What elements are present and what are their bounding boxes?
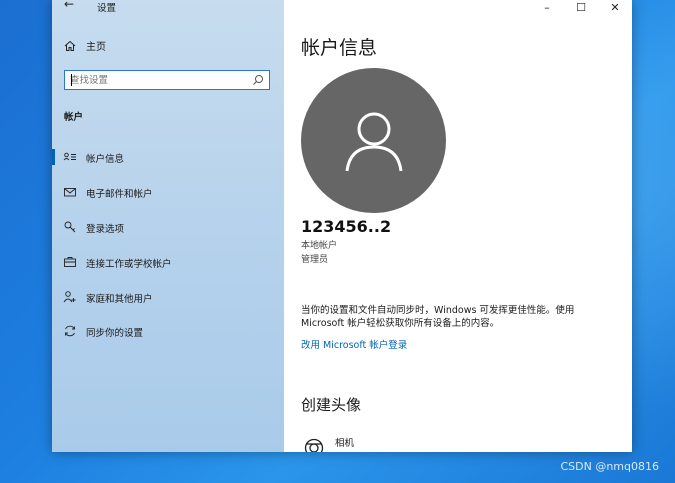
avatar [301,68,446,213]
window-controls: – ☐ ✕ [530,0,632,14]
microsoft-signin-link[interactable]: 改用 Microsoft 帐户登录 [301,337,407,351]
minimize-button[interactable]: – [530,0,564,14]
sync-description: 当你的设置和文件自动同步时，Windows 可发挥更佳性能。使用 Microso… [301,305,575,329]
add-person-icon [63,291,76,303]
watermark: CSDN @nmq0816 [560,460,659,473]
home-nav-item[interactable]: 主页 [64,38,106,53]
sidebar-item-family[interactable]: 家庭和其他用户 [52,286,284,308]
main-content: – ☐ ✕ 帐户信息 123456..2 本地帐户 管理员 当你的设置和文件自动… [284,0,632,452]
camera-label: 相机 [335,438,355,449]
sidebar-item-label: 电子邮件和帐户 [86,189,153,200]
app-title: 设置 [97,3,117,14]
sidebar-item-work-school[interactable]: 连接工作或学校帐户 [52,251,284,273]
briefcase-icon [64,257,76,267]
home-icon [64,40,76,51]
sidebar-item-sync[interactable]: 同步你的设置 [52,320,284,342]
search-box[interactable] [64,70,270,90]
sidebar-item-email[interactable]: 电子邮件和帐户 [52,181,284,203]
sidebar-item-label: 同步你的设置 [86,328,144,339]
account-info-icon [63,152,76,161]
close-button[interactable]: ✕ [598,0,632,14]
sidebar-item-label: 连接工作或学校帐户 [86,259,172,270]
sync-icon [65,325,75,337]
key-icon [64,221,76,233]
home-label: 主页 [86,42,106,53]
create-avatar-heading: 创建头像 [301,396,362,414]
active-indicator [52,149,55,165]
settings-window: ← 设置 主页 帐户 帐户信息 [52,0,632,452]
username: 123456..2 [301,217,392,236]
sidebar-item-label: 帐户信息 [86,154,125,165]
search-icon[interactable] [252,74,264,86]
account-type: 本地帐户 [301,241,338,251]
account-role: 管理员 [301,255,329,265]
back-arrow-icon[interactable]: ← [64,0,74,11]
sidebar-item-label: 登录选项 [86,224,125,235]
user-icon [345,112,402,171]
camera-option[interactable]: 相机 [301,434,501,452]
sidebar-item-sign-in-options[interactable]: 登录选项 [52,216,284,238]
text-caret [71,74,72,86]
section-label-accounts: 帐户 [64,112,84,123]
titlebar: ← 设置 [52,0,284,14]
page-title: 帐户信息 [301,37,378,59]
search-input[interactable] [70,73,250,87]
sidebar: ← 设置 主页 帐户 帐户信息 [52,0,284,452]
sidebar-item-account-info[interactable]: 帐户信息 [52,146,284,168]
mail-icon [64,188,76,197]
sidebar-item-label: 家庭和其他用户 [86,294,153,305]
camera-icon [304,438,324,452]
maximize-button[interactable]: ☐ [564,0,598,14]
